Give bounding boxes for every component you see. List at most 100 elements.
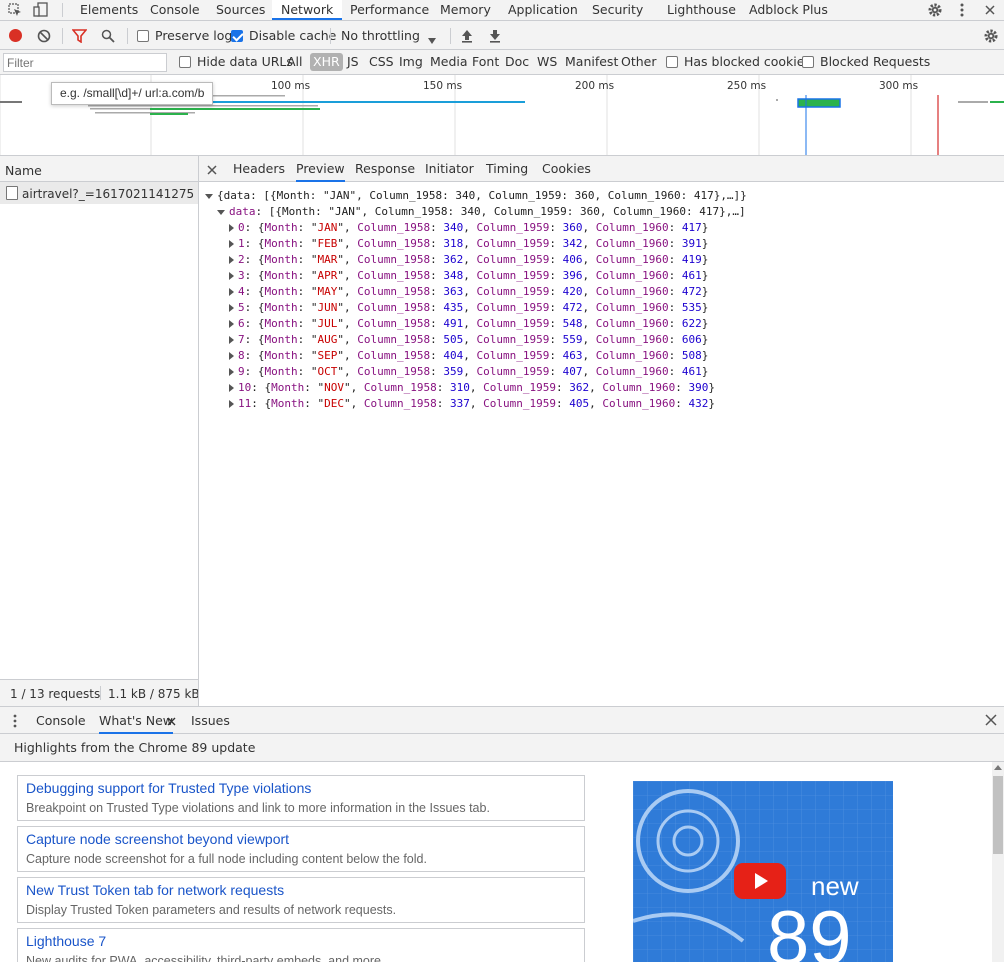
type-filter-xhr[interactable]: XHR xyxy=(310,53,343,71)
main-tab-network[interactable]: Network xyxy=(272,0,343,20)
youtube-play-icon[interactable] xyxy=(734,863,786,899)
collapsed-triangle-icon[interactable] xyxy=(229,272,234,280)
release-video-thumbnail[interactable]: new 89 xyxy=(633,781,893,962)
type-filter-doc[interactable]: Doc xyxy=(502,53,532,71)
tree-data-line[interactable]: data: [{Month: "JAN", Column_1958: 340, … xyxy=(217,204,746,220)
collapsed-triangle-icon[interactable] xyxy=(229,304,234,312)
whats-new-card[interactable]: Debugging support for Trusted Type viola… xyxy=(17,775,585,821)
collapsed-triangle-icon[interactable] xyxy=(229,368,234,376)
scrollbar-thumb[interactable] xyxy=(993,776,1003,854)
collapsed-triangle-icon[interactable] xyxy=(229,400,234,408)
tree-array-item[interactable]: 11: {Month: "DEC", Column_1958: 337, Col… xyxy=(229,396,715,412)
expanded-triangle-icon[interactable] xyxy=(205,193,213,199)
disable-cache-checkbox[interactable] xyxy=(231,30,243,42)
type-filter-css[interactable]: CSS xyxy=(366,53,397,71)
drawer-tab-issues[interactable]: Issues xyxy=(191,713,230,734)
inspect-element-icon[interactable] xyxy=(8,3,22,17)
type-filter-media[interactable]: Media xyxy=(427,53,471,71)
filter-icon[interactable] xyxy=(71,29,88,44)
whats-new-card[interactable]: Lighthouse 7 New audits for PWA, accessib… xyxy=(17,928,585,962)
device-toolbar-icon[interactable] xyxy=(33,2,49,18)
main-tab-application[interactable]: Application xyxy=(508,0,578,20)
whats-new-card[interactable]: New Trust Token tab for network requests… xyxy=(17,877,585,923)
tree-array-item[interactable]: 2: {Month: "MAR", Column_1958: 362, Colu… xyxy=(229,252,708,268)
type-filter-ws[interactable]: WS xyxy=(534,53,560,71)
tree-array-item[interactable]: 9: {Month: "OCT", Column_1958: 359, Colu… xyxy=(229,364,708,380)
blocked-requests-checkbox[interactable] xyxy=(802,56,814,68)
dropdown-arrow-icon[interactable] xyxy=(428,33,436,44)
detail-tab-cookies[interactable]: Cookies xyxy=(542,161,591,182)
main-tab-memory[interactable]: Memory xyxy=(440,0,491,20)
card-title-link[interactable]: Lighthouse 7 xyxy=(26,933,106,949)
close-drawer-icon[interactable] xyxy=(985,714,997,726)
main-tab-sources[interactable]: Sources xyxy=(216,0,265,20)
request-row[interactable]: airtravel?_=1617021141275 xyxy=(0,182,198,204)
import-har-icon[interactable] xyxy=(461,29,473,43)
close-devtools-icon[interactable] xyxy=(984,4,996,16)
value-1958: 359 xyxy=(443,365,464,378)
tree-array-item[interactable]: 5: {Month: "JUN", Column_1958: 435, Colu… xyxy=(229,300,708,316)
record-icon[interactable] xyxy=(9,29,22,42)
item-index: 2 xyxy=(238,253,245,266)
throttling-select[interactable]: No throttling xyxy=(341,28,420,44)
drawer-tab-what-s-new[interactable]: What's New xyxy=(99,713,174,734)
collapsed-triangle-icon[interactable] xyxy=(229,256,234,264)
name-column-header[interactable]: Name xyxy=(5,163,42,179)
card-title-link[interactable]: Capture node screenshot beyond viewport xyxy=(26,831,289,847)
drawer-tab-console[interactable]: Console xyxy=(36,713,86,734)
main-tab-security[interactable]: Security xyxy=(592,0,643,20)
close-detail-icon[interactable] xyxy=(207,164,217,175)
tree-array-item[interactable]: 8: {Month: "SEP", Column_1958: 404, Colu… xyxy=(229,348,708,364)
search-icon[interactable] xyxy=(101,29,115,43)
expanded-triangle-icon[interactable] xyxy=(217,209,225,215)
tree-array-item[interactable]: 10: {Month: "NOV", Column_1958: 310, Col… xyxy=(229,380,715,396)
main-tab-elements[interactable]: Elements xyxy=(80,0,138,20)
preserve-log-checkbox[interactable] xyxy=(137,30,149,42)
collapsed-triangle-icon[interactable] xyxy=(229,320,234,328)
tree-root-line[interactable]: {data: [{Month: "JAN", Column_1958: 340,… xyxy=(205,188,747,204)
collapsed-triangle-icon[interactable] xyxy=(229,384,234,392)
settings-gear-icon[interactable] xyxy=(927,2,943,18)
close-tab-icon[interactable] xyxy=(167,715,176,726)
tree-array-item[interactable]: 6: {Month: "JUL", Column_1958: 491, Colu… xyxy=(229,316,708,332)
detail-tab-initiator[interactable]: Initiator xyxy=(425,161,474,182)
tree-array-item[interactable]: 3: {Month: "APR", Column_1958: 348, Colu… xyxy=(229,268,708,284)
clear-icon[interactable] xyxy=(37,29,51,43)
main-tab-adblock-plus[interactable]: Adblock Plus xyxy=(749,0,828,20)
drawer-scrollbar[interactable] xyxy=(992,762,1004,962)
network-settings-gear-icon[interactable] xyxy=(983,28,999,44)
main-tab-lighthouse[interactable]: Lighthouse xyxy=(667,0,736,20)
tree-array-item[interactable]: 4: {Month: "MAY", Column_1958: 363, Colu… xyxy=(229,284,708,300)
tree-array-item[interactable]: 7: {Month: "AUG", Column_1958: 505, Colu… xyxy=(229,332,708,348)
collapsed-triangle-icon[interactable] xyxy=(229,336,234,344)
has-blocked-cookies-checkbox[interactable] xyxy=(666,56,678,68)
request-list-header[interactable]: Name xyxy=(0,156,198,182)
scrollbar-up-arrow-icon[interactable] xyxy=(994,765,1002,770)
hide-data-urls-checkbox[interactable] xyxy=(179,56,191,68)
collapsed-triangle-icon[interactable] xyxy=(229,288,234,296)
more-options-icon[interactable] xyxy=(958,3,966,17)
export-har-icon[interactable] xyxy=(489,29,501,43)
detail-tab-headers[interactable]: Headers xyxy=(233,161,285,182)
tree-array-item[interactable]: 0: {Month: "JAN", Column_1958: 340, Colu… xyxy=(229,220,708,236)
drawer-menu-icon[interactable] xyxy=(12,714,18,728)
whats-new-card[interactable]: Capture node screenshot beyond viewport C… xyxy=(17,826,585,872)
type-filter-font[interactable]: Font xyxy=(469,53,502,71)
type-filter-other[interactable]: Other xyxy=(618,53,660,71)
type-filter-all[interactable]: All xyxy=(284,53,306,71)
type-filter-js[interactable]: JS xyxy=(344,53,362,71)
collapsed-triangle-icon[interactable] xyxy=(229,224,234,232)
type-filter-img[interactable]: Img xyxy=(396,53,426,71)
collapsed-triangle-icon[interactable] xyxy=(229,240,234,248)
type-filter-manifest[interactable]: Manifest xyxy=(562,53,621,71)
detail-tab-preview[interactable]: Preview xyxy=(296,161,345,182)
detail-tab-response[interactable]: Response xyxy=(355,161,415,182)
filter-input[interactable] xyxy=(3,53,167,72)
tree-array-item[interactable]: 1: {Month: "FEB", Column_1958: 318, Colu… xyxy=(229,236,708,252)
card-title-link[interactable]: New Trust Token tab for network requests xyxy=(26,882,284,898)
main-tab-console[interactable]: Console xyxy=(150,0,200,20)
detail-tab-timing[interactable]: Timing xyxy=(486,161,528,182)
main-tab-performance[interactable]: Performance xyxy=(350,0,429,20)
collapsed-triangle-icon[interactable] xyxy=(229,352,234,360)
card-title-link[interactable]: Debugging support for Trusted Type viola… xyxy=(26,780,311,796)
